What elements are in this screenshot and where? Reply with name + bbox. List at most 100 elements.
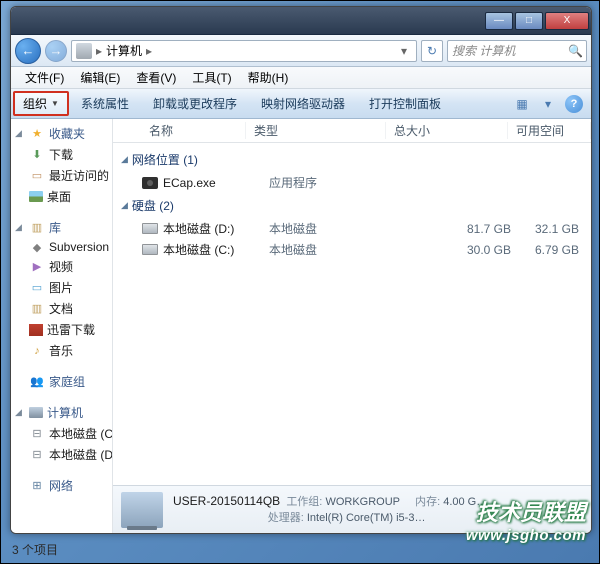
- menu-tools[interactable]: 工具(T): [184, 69, 239, 86]
- sidebar-homegroup[interactable]: 👥 家庭组: [11, 371, 112, 392]
- uninstall-programs-button[interactable]: 卸载或更改程序: [141, 95, 249, 112]
- toolbar: 组织 ▼ 系统属性 卸载或更改程序 映射网络驱动器 打开控制面板 ▦ ▾ ?: [11, 89, 591, 119]
- computer-icon: [76, 43, 92, 59]
- sidebar-computer[interactable]: ◢ 计算机: [11, 402, 112, 423]
- help-icon[interactable]: ?: [565, 95, 583, 113]
- main-pane: 名称 类型 总大小 可用空间 ◢ 网络位置 (1) ECap.exe 应用程序: [113, 119, 591, 533]
- sidebar-item-label: 图片: [49, 279, 73, 296]
- menu-edit[interactable]: 编辑(E): [72, 69, 128, 86]
- organize-button[interactable]: 组织 ▼: [13, 91, 69, 116]
- close-button[interactable]: X: [545, 12, 589, 30]
- item-name: 本地磁盘 (D:): [163, 220, 269, 237]
- collapse-icon: ◢: [15, 407, 25, 418]
- column-name[interactable]: 名称: [141, 122, 246, 139]
- group-hard-disks[interactable]: ◢ 硬盘 (2): [113, 193, 591, 218]
- search-input[interactable]: 搜索 计算机 🔍: [447, 40, 587, 62]
- menu-file[interactable]: 文件(F): [17, 69, 72, 86]
- sidebar-item-xunlei[interactable]: 迅雷下载: [11, 319, 112, 340]
- minimize-button[interactable]: —: [485, 12, 513, 30]
- status-item-count: 3 个项目: [12, 541, 58, 558]
- sidebar-item-downloads[interactable]: ⬇下载: [11, 144, 112, 165]
- item-free: 6.79 GB: [531, 243, 591, 257]
- sidebar-item-label: 本地磁盘 (D: [49, 446, 112, 463]
- menu-view[interactable]: 查看(V): [128, 69, 184, 86]
- drive-icon: ⊟: [29, 448, 45, 462]
- sidebar-item-subversion[interactable]: ◆ Subversion: [11, 238, 112, 256]
- group-network-location[interactable]: ◢ 网络位置 (1): [113, 147, 591, 172]
- drive-icon: ⊟: [29, 427, 45, 441]
- sidebar-label: 库: [49, 219, 61, 236]
- breadcrumb-sep[interactable]: ▸: [96, 44, 102, 58]
- details-text: USER-20150114QB 工作组: WORKGROUP 内存: 4.00 …: [173, 493, 487, 526]
- sidebar-item-label: 音乐: [49, 342, 73, 359]
- video-icon: ▶: [29, 260, 45, 274]
- sidebar-item-label: 最近访问的: [49, 167, 109, 184]
- workgroup-label: 工作组:: [286, 496, 322, 508]
- organize-label: 组织: [23, 95, 47, 112]
- sidebar-item-label: 桌面: [47, 188, 71, 205]
- sidebar-libraries[interactable]: ◢ ▥ 库: [11, 217, 112, 238]
- breadcrumb-dropdown[interactable]: ▾: [396, 44, 412, 58]
- list-item-drive-c[interactable]: 本地磁盘 (C:) 本地磁盘 30.0 GB 6.79 GB: [113, 239, 591, 260]
- sidebar-label: 收藏夹: [49, 125, 85, 142]
- sidebar-item-drive-d[interactable]: ⊟ 本地磁盘 (D: [11, 444, 112, 465]
- titlebar[interactable]: — □ X: [11, 7, 591, 35]
- cpu-label: 处理器:: [268, 512, 304, 524]
- xunlei-icon: [29, 324, 43, 336]
- recent-icon: ▭: [29, 169, 45, 183]
- sidebar-item-documents[interactable]: ▥文档: [11, 298, 112, 319]
- list-item-drive-d[interactable]: 本地磁盘 (D:) 本地磁盘 81.7 GB 32.1 GB: [113, 218, 591, 239]
- statusbar: 3 个项目: [0, 540, 600, 558]
- item-type: 本地磁盘: [269, 220, 409, 237]
- item-type: 本地磁盘: [269, 241, 409, 258]
- item-name: ECap.exe: [163, 176, 269, 190]
- sidebar-network[interactable]: ⊞ 网络: [11, 475, 112, 496]
- document-icon: ▥: [29, 302, 45, 316]
- computer-icon: [29, 407, 43, 418]
- explorer-window: — □ X ← → ▸ 计算机 ▸ ▾ ↻ 搜索 计算机 🔍 文件(F) 编辑(…: [10, 6, 592, 534]
- sidebar-item-recent[interactable]: ▭ 最近访问的: [11, 165, 112, 186]
- sidebar: ◢ ★ 收藏夹 ⬇下载 ▭最近访问的 桌面 ◢ ▥ 库 ◆Subversion …: [11, 119, 113, 533]
- chevron-down-icon: ▼: [51, 99, 59, 108]
- sidebar-item-drive-c[interactable]: ⊟本地磁盘 (C: [11, 423, 112, 444]
- sidebar-favorites[interactable]: ◢ ★ 收藏夹: [11, 123, 112, 144]
- column-free-space[interactable]: 可用空间: [508, 122, 591, 139]
- item-free: 32.1 GB: [531, 222, 591, 236]
- column-type[interactable]: 类型: [246, 122, 386, 139]
- view-mode-icon[interactable]: ▦: [513, 95, 531, 113]
- sidebar-item-pictures[interactable]: ▭图片: [11, 277, 112, 298]
- computer-name: USER-20150114QB: [173, 494, 280, 508]
- sidebar-item-music[interactable]: ♪音乐: [11, 340, 112, 361]
- star-icon: ★: [29, 127, 45, 141]
- drive-icon: [141, 221, 159, 237]
- refresh-button[interactable]: ↻: [421, 40, 443, 62]
- item-name: 本地磁盘 (C:): [163, 241, 269, 258]
- group-label: 硬盘 (2): [132, 197, 174, 214]
- menu-help[interactable]: 帮助(H): [240, 69, 297, 86]
- system-properties-button[interactable]: 系统属性: [69, 95, 141, 112]
- list-item-ecap[interactable]: ECap.exe 应用程序: [113, 172, 591, 193]
- navigation-row: ← → ▸ 计算机 ▸ ▾ ↻ 搜索 计算机 🔍: [11, 35, 591, 67]
- sidebar-item-label: Subversion: [49, 240, 109, 254]
- nav-back-button[interactable]: ←: [15, 38, 41, 64]
- homegroup-icon: 👥: [29, 375, 45, 389]
- item-total: 30.0 GB: [409, 243, 531, 257]
- open-control-panel-button[interactable]: 打开控制面板: [357, 95, 453, 112]
- sidebar-item-desktop[interactable]: 桌面: [11, 186, 112, 207]
- maximize-button[interactable]: □: [515, 12, 543, 30]
- breadcrumb-sep-2[interactable]: ▸: [146, 44, 152, 58]
- svn-icon: ◆: [29, 240, 45, 254]
- desktop-icon: [29, 191, 43, 202]
- sidebar-label: 网络: [49, 477, 73, 494]
- map-network-drive-button[interactable]: 映射网络驱动器: [249, 95, 357, 112]
- cpu-value: Intel(R) Core(TM) i5-3…: [307, 512, 426, 524]
- column-total-size[interactable]: 总大小: [386, 122, 508, 139]
- breadcrumb[interactable]: ▸ 计算机 ▸ ▾: [71, 40, 417, 62]
- collapse-icon: ◢: [15, 128, 25, 139]
- sidebar-item-video[interactable]: ▶视频: [11, 256, 112, 277]
- drive-icon: [141, 242, 159, 258]
- nav-forward-button[interactable]: →: [45, 40, 67, 62]
- item-type: 应用程序: [269, 174, 409, 191]
- breadcrumb-current[interactable]: 计算机: [106, 42, 142, 59]
- view-mode-dropdown[interactable]: ▾: [539, 95, 557, 113]
